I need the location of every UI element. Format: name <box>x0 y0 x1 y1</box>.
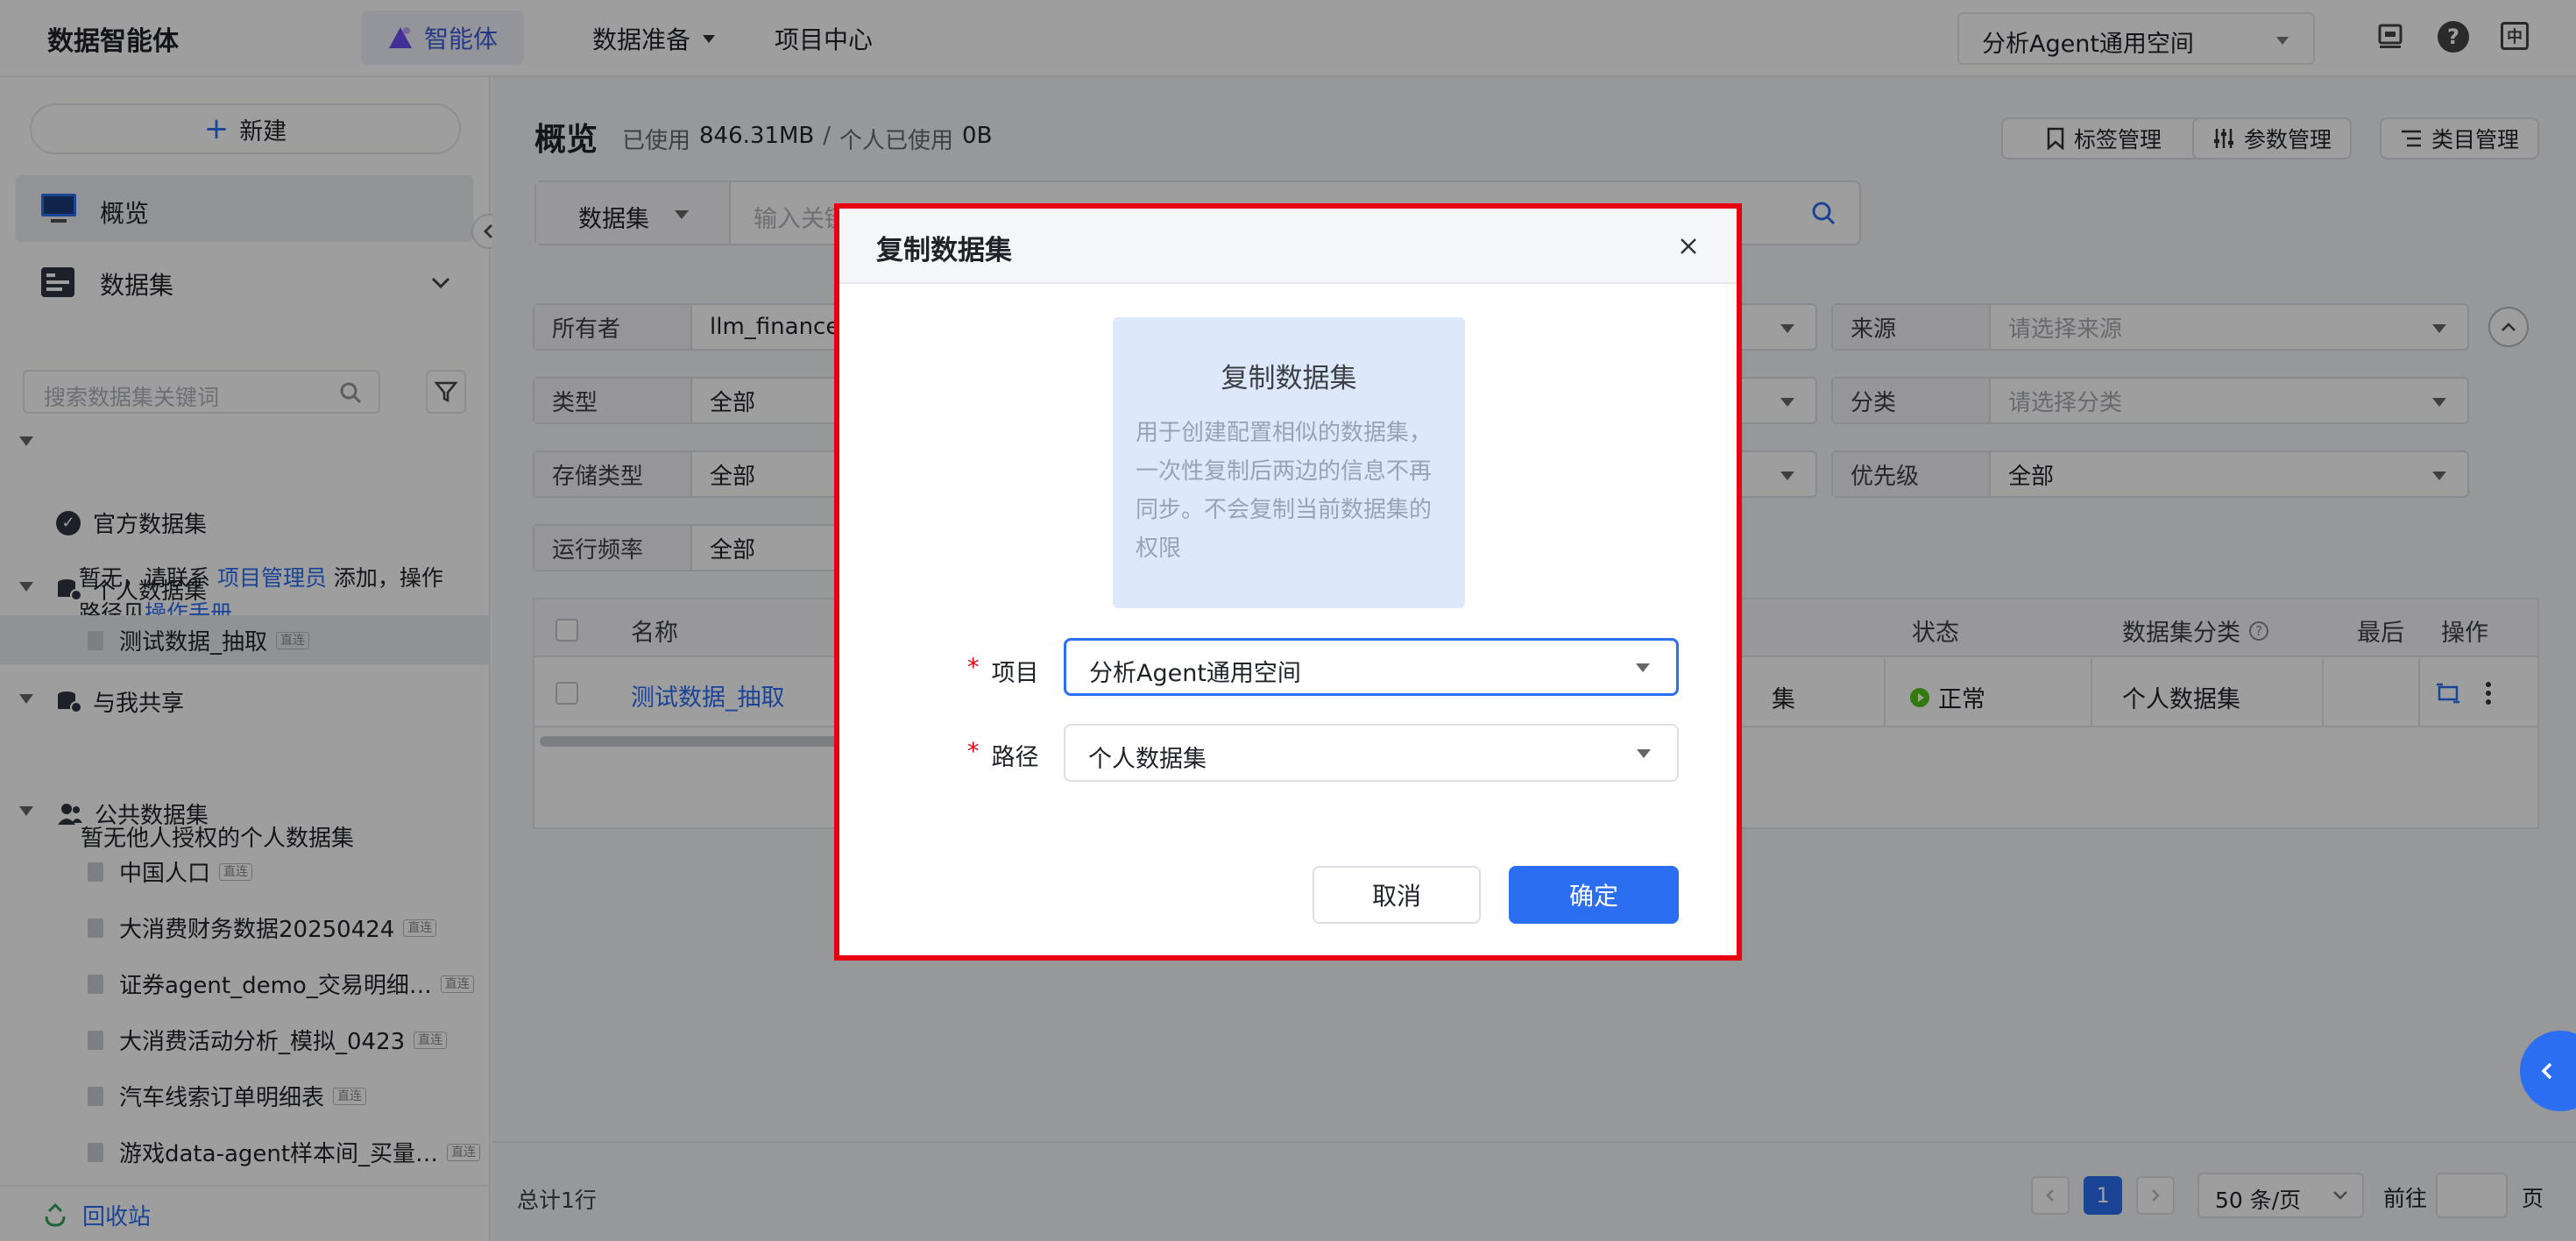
path-label-text: 路径 <box>991 744 1039 771</box>
cancel-button[interactable]: 取消 <box>1313 866 1481 924</box>
path-select[interactable]: 个人数据集 <box>1064 724 1679 782</box>
cancel-button-label: 取消 <box>1371 882 1421 911</box>
project-label: * 项目 <box>967 654 1039 687</box>
path-select-value: 个人数据集 <box>1088 746 1207 773</box>
copy-mode-card[interactable]: 复制数据集 用于创建配置相似的数据集，一次性复制后两边的信息不再同步。不会复制当… <box>1113 317 1465 608</box>
copy-mode-card-title: 复制数据集 <box>1221 363 1357 394</box>
caret-down-icon <box>1636 663 1650 672</box>
confirm-button-label: 确定 <box>1568 882 1618 911</box>
path-label: * 路径 <box>967 738 1039 771</box>
close-icon[interactable] <box>1679 237 1698 256</box>
project-select[interactable]: 分析Agent通用空间 <box>1064 638 1679 696</box>
dialog-title: 复制数据集 <box>876 235 1012 266</box>
confirm-button[interactable]: 确定 <box>1509 866 1679 924</box>
project-select-value: 分析Agent通用空间 <box>1089 660 1301 687</box>
dialog-header: 复制数据集 <box>839 209 1737 284</box>
project-label-text: 项目 <box>991 660 1039 687</box>
copy-mode-card-desc: 用于创建配置相似的数据集，一次性复制后两边的信息不再同步。不会复制当前数据集的权… <box>1136 420 1433 562</box>
chevron-left-icon <box>2541 1062 2552 1080</box>
caret-down-icon <box>1637 749 1651 758</box>
copy-dataset-dialog: 复制数据集 复制数据集 用于创建配置相似的数据集，一次性复制后两边的信息不再同步… <box>834 203 1742 961</box>
